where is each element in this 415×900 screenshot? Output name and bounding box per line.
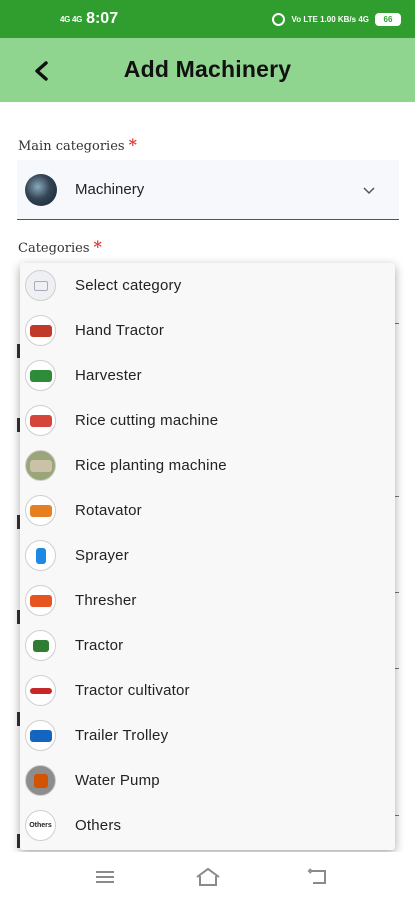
option-label: Rice cutting machine — [75, 412, 219, 429]
page-title: Add Machinery — [123, 56, 292, 82]
rice-cutting-machine-icon — [25, 405, 56, 436]
rice-planting-machine-icon — [25, 450, 56, 481]
option-label: Rice planting machine — [75, 457, 227, 474]
menu-icon[interactable] — [91, 866, 119, 888]
dropdown-option-others[interactable]: Others Others — [20, 803, 395, 848]
main-categories-label-text: Main categories — [18, 139, 125, 154]
main-categories-label: Main categories * — [18, 135, 137, 154]
bg-divider — [395, 815, 399, 816]
option-label: Trailer Trolley — [75, 727, 169, 744]
dropdown-option-rotavator[interactable]: Rotavator — [20, 488, 395, 533]
categories-label: Categories * — [18, 237, 102, 256]
option-label: Harvester — [75, 367, 142, 384]
rotavator-icon — [25, 495, 56, 526]
dropdown-option-rice-cutting-machine[interactable]: Rice cutting machine — [20, 398, 395, 443]
tractor-cultivator-icon — [25, 675, 56, 706]
hand-tractor-icon — [25, 315, 56, 346]
required-mark: * — [128, 135, 137, 154]
status-right: Vo LTE 1.00 KB/s 4G 66 — [272, 12, 401, 26]
dropdown-option-harvester[interactable]: Harvester — [20, 353, 395, 398]
option-label: Tractor — [75, 637, 124, 654]
option-label: Thresher — [75, 592, 137, 609]
water-pump-icon — [25, 765, 56, 796]
dropdown-option-thresher[interactable]: Thresher — [20, 578, 395, 623]
option-label: Water Pump — [75, 772, 160, 789]
option-label: Hand Tractor — [75, 322, 165, 339]
others-icon: Others — [25, 810, 56, 841]
app-bar: Add Machinery — [0, 38, 415, 102]
machinery-icon — [25, 173, 57, 206]
status-bar: 4G 4G 8:07 Vo LTE 1.00 KB/s 4G 66 — [0, 0, 415, 38]
dropdown-option-hand-tractor[interactable]: Hand Tractor — [20, 308, 395, 353]
back-icon[interactable] — [304, 866, 332, 888]
home-icon[interactable] — [194, 866, 222, 888]
image-placeholder-icon — [25, 270, 56, 301]
bg-divider — [395, 592, 399, 593]
dropdown-option-rice-planting-machine[interactable]: Rice planting machine — [20, 443, 395, 488]
signal-info: Vo LTE 1.00 KB/s 4G — [291, 14, 369, 24]
required-mark: * — [93, 237, 102, 256]
option-label: Select category — [75, 277, 182, 294]
thresher-icon — [25, 585, 56, 616]
bg-divider — [395, 668, 399, 669]
dropdown-option-water-pump[interactable]: Water Pump — [20, 758, 395, 803]
trailer-trolley-icon — [25, 720, 56, 751]
category-dropdown: Select category Hand Tractor Harvester R… — [20, 263, 395, 850]
network-indicator: 4G 4G — [60, 14, 83, 24]
battery-icon: 66 — [375, 12, 401, 26]
categories-label-text: Categories — [18, 241, 90, 256]
option-label: Sprayer — [75, 547, 129, 564]
system-nav-bar — [0, 852, 415, 900]
dropdown-option-tractor-cultivator[interactable]: Tractor cultivator — [20, 668, 395, 713]
main-category-select[interactable]: Machinery — [17, 160, 399, 220]
status-time: 8:07 — [86, 10, 119, 27]
battery-level: 66 — [383, 14, 393, 24]
dropdown-option-select-category[interactable]: Select category — [20, 263, 395, 308]
dropdown-option-trailer-trolley[interactable]: Trailer Trolley — [20, 713, 395, 758]
bg-divider — [395, 323, 399, 324]
option-label: Rotavator — [75, 502, 142, 519]
alarm-icon — [272, 12, 286, 26]
option-label: Others — [75, 817, 122, 834]
harvester-icon — [25, 360, 56, 391]
chevron-down-icon — [363, 182, 375, 198]
option-label: Tractor cultivator — [75, 682, 190, 699]
tractor-icon — [25, 630, 56, 661]
sprayer-icon — [25, 540, 56, 571]
main-category-value: Machinery — [75, 181, 145, 198]
dropdown-option-sprayer[interactable]: Sprayer — [20, 533, 395, 578]
dropdown-option-tractor[interactable]: Tractor — [20, 623, 395, 668]
bg-divider — [395, 496, 399, 497]
others-icon-text: Others — [29, 822, 52, 829]
